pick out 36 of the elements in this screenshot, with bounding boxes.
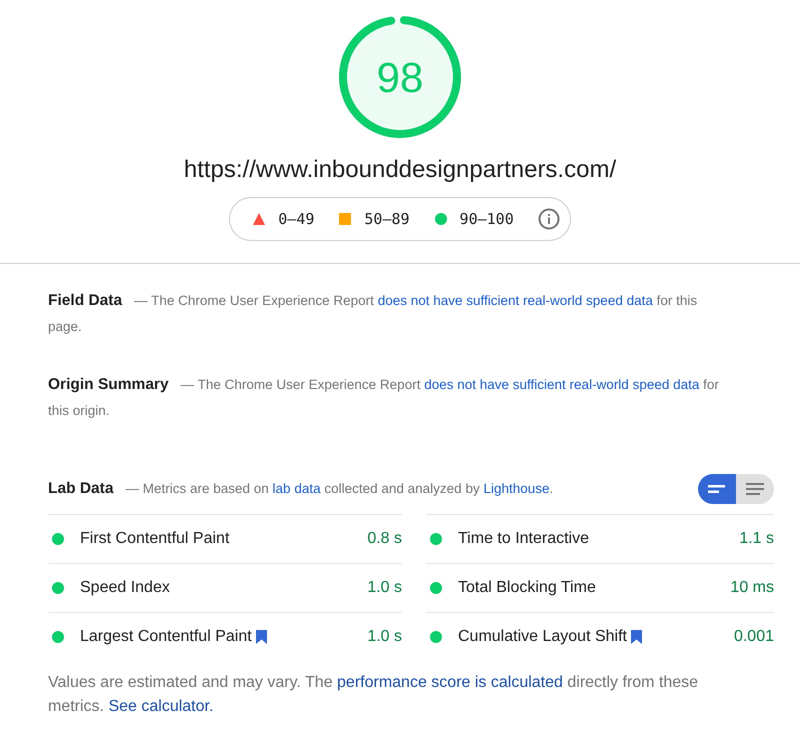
- score-value: 98: [376, 52, 424, 102]
- list-view-button[interactable]: [736, 474, 774, 504]
- summary-view-button[interactable]: [698, 474, 736, 504]
- section-description: Field Data — The Chrome User Experience Report does not have sufficient real-world speed data for this page.: [48, 291, 698, 336]
- page-url: https://www.inbounddesignpartners.com/: [184, 156, 616, 185]
- link[interactable]: performance score is calculated: [337, 674, 563, 691]
- legend-label: 90–100: [460, 208, 514, 230]
- metric-value: 1.1 s: [739, 529, 774, 549]
- metric-name: Time to Interactive: [458, 529, 590, 549]
- metric-value: 1.0 s: [367, 627, 402, 647]
- section-title: Lab Data: [48, 480, 114, 497]
- bars-icon: [707, 482, 727, 496]
- legend-label: 50–89: [364, 208, 410, 230]
- section-description: — Metrics are based on lab data collected and analyzed by Lighthouse.: [125, 481, 554, 496]
- link[interactable]: does not have sufficient real-world speed data: [424, 377, 700, 392]
- footnote: Values are estimated and may vary. The performance score is calculated directly from these metrics. See calculator.: [48, 674, 698, 715]
- link[interactable]: See calculator.: [108, 698, 214, 715]
- metric-name: Cumulative Layout Shift: [458, 627, 627, 647]
- metric-name: Total Blocking Time: [458, 578, 596, 598]
- legend-label: 0–49: [278, 208, 314, 230]
- metric-value: 0.001: [734, 627, 774, 647]
- info-icon[interactable]: [538, 208, 560, 230]
- metric-name: Largest Contentful Paint: [80, 627, 252, 647]
- square-icon: [338, 212, 352, 226]
- list-icon: [745, 482, 765, 496]
- metric-value: 10 ms: [730, 578, 774, 598]
- metric-name: Speed Index: [80, 578, 170, 598]
- triangle-icon: [252, 212, 266, 226]
- metric-value: 1.0 s: [367, 578, 402, 598]
- section-description: Origin Summary — The Chrome User Experience Report does not have sufficient real-world speed data for this origin.: [48, 375, 720, 420]
- circle-icon: [434, 212, 448, 226]
- metric-name: First Contentful Paint: [80, 529, 230, 549]
- link[interactable]: Lighthouse: [483, 481, 550, 496]
- metric-value: 0.8 s: [367, 529, 402, 549]
- link[interactable]: lab data: [272, 481, 321, 496]
- link[interactable]: does not have sufficient real-world speed data: [378, 293, 653, 308]
